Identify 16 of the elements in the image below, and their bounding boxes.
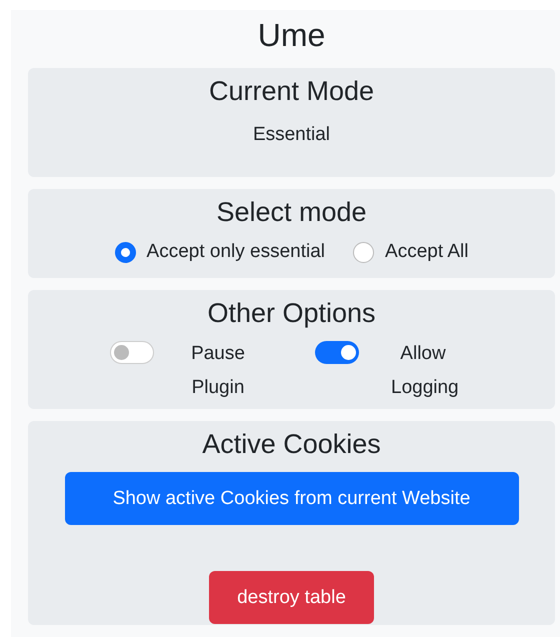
section-heading: Current Mode <box>208 75 374 108</box>
radio-option[interactable]: Accept All <box>353 238 468 266</box>
radio-button[interactable] <box>353 242 374 262</box>
radio-option[interactable]: Accept only essential <box>114 238 326 266</box>
mode-value: Essential <box>252 123 330 147</box>
destroy-button[interactable]: destroy table <box>209 571 374 624</box>
section-heading: Active Cookies <box>202 428 381 462</box>
page-title: Ume <box>258 16 326 55</box>
toggle-switch[interactable] <box>110 340 154 364</box>
switch-label: Pause Plugin <box>190 342 246 400</box>
switch-label: Allow Logging <box>390 342 460 400</box>
show-cookies-button[interactable]: Show active Cookies from current Website <box>64 472 518 526</box>
section-heading: Select mode <box>216 196 367 229</box>
section-heading: Other Options <box>207 296 376 330</box>
radio-button[interactable] <box>114 242 136 262</box>
toggle-switch[interactable] <box>315 340 359 364</box>
